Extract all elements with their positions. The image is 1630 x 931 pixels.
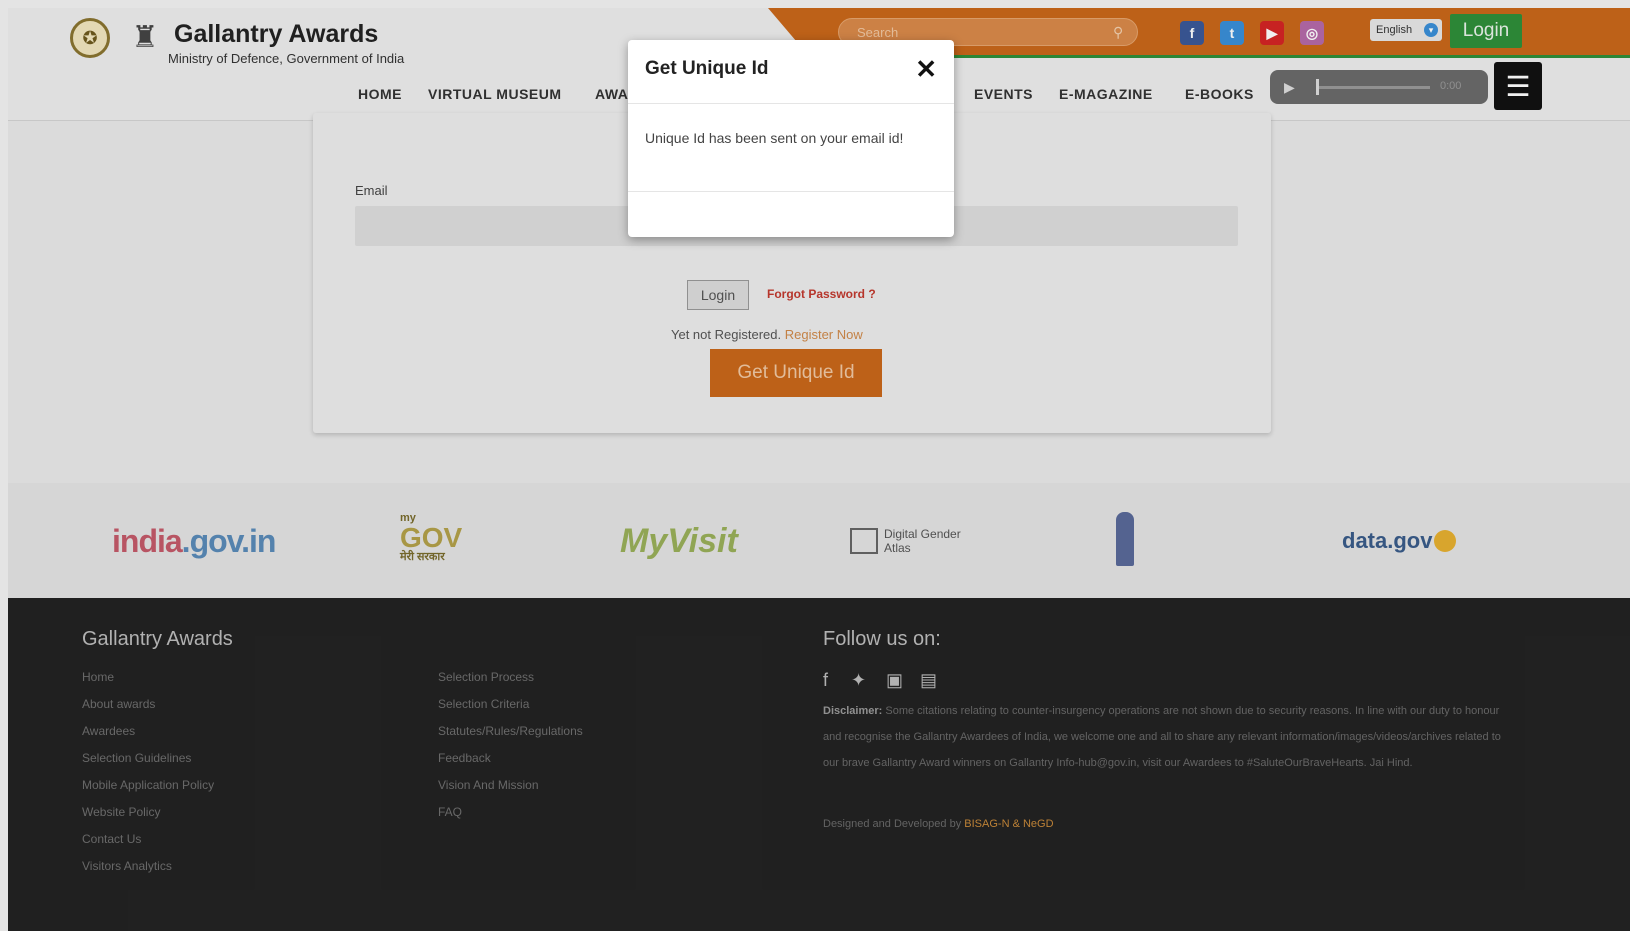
modal-title: Get Unique Id [645, 58, 769, 79]
modal-message: Unique Id has been sent on your email id… [628, 104, 954, 192]
modal-header: Get Unique Id ✕ [628, 40, 954, 104]
unique-id-modal: Get Unique Id ✕ Unique Id has been sent … [628, 40, 954, 237]
close-icon[interactable]: ✕ [915, 56, 937, 82]
